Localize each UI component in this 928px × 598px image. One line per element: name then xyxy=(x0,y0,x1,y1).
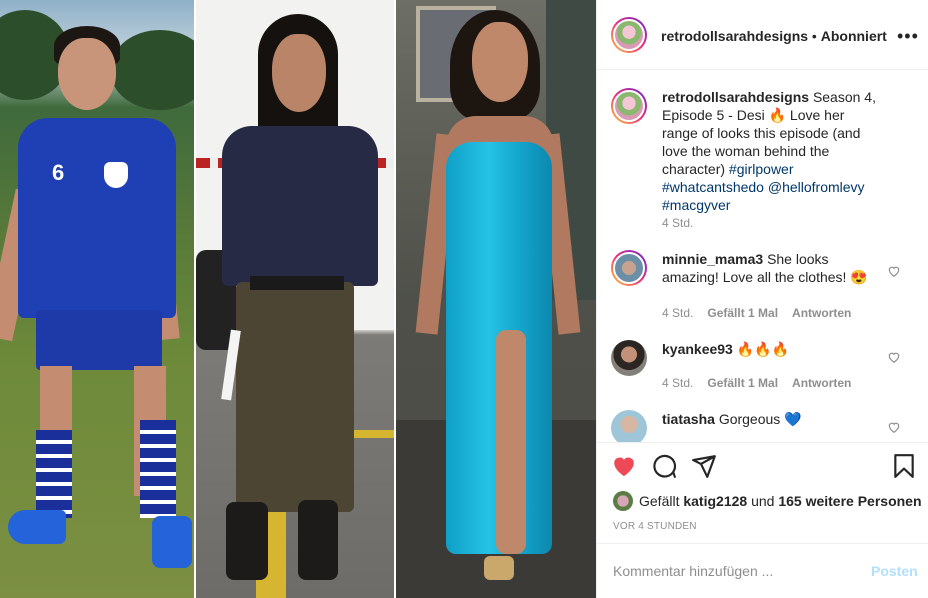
comment-item: minnie_mama3 She looks amazing! Love all… xyxy=(611,250,911,320)
add-comment-bar: Posten xyxy=(597,543,928,598)
comment-time: 4 Std. xyxy=(662,376,694,390)
likes-others-link[interactable]: 165 weitere Personen xyxy=(778,493,921,509)
liker-username[interactable]: katig2128 xyxy=(683,493,747,509)
post-header: retrodollsarahdesigns • Abonniert ••• xyxy=(597,0,928,70)
photo-soccer-outfit: 6 xyxy=(0,0,194,598)
comment-text: 🔥🔥🔥 xyxy=(736,341,790,357)
figure-head xyxy=(271,34,326,112)
commenter-avatar[interactable] xyxy=(611,340,647,376)
navy-shirt xyxy=(221,126,378,286)
likes-middle: und xyxy=(747,493,779,509)
commenter-avatar[interactable] xyxy=(611,410,647,442)
reply-button[interactable]: Antworten xyxy=(792,306,851,320)
post-sidebar: retrodollsarahdesigns • Abonniert ••• re… xyxy=(596,0,928,598)
striped-sock xyxy=(140,420,176,518)
belt xyxy=(249,276,344,290)
comment-item: tiatasha Gorgeous 💙 xyxy=(611,410,911,442)
soccer-cleat xyxy=(8,510,66,544)
post-actions: Gefällt katig2128 und 165 weitere Person… xyxy=(597,442,928,598)
background-tree xyxy=(110,30,194,110)
header-text: retrodollsarahdesigns • Abonniert xyxy=(661,28,887,44)
jersey-crest xyxy=(104,162,128,188)
figure-head xyxy=(58,38,116,110)
hashtag-link[interactable]: #macgyver xyxy=(662,197,730,213)
avatar-image xyxy=(613,90,645,122)
boot xyxy=(297,500,338,580)
comment-username[interactable]: tiatasha xyxy=(662,411,715,427)
comment-meta: 4 Std. Gefällt 1 Mal Antworten xyxy=(662,376,865,390)
post-comment-button[interactable]: Posten xyxy=(871,563,918,579)
comment-username[interactable]: minnie_mama3 xyxy=(662,251,763,267)
header-separator: • xyxy=(808,28,821,44)
caption-meta: 4 Std. xyxy=(662,216,707,230)
likes-summary: Gefällt katig2128 und 165 weitere Person… xyxy=(613,491,922,511)
comment-like-heart-icon[interactable] xyxy=(887,350,901,364)
liker-avatar[interactable] xyxy=(613,491,633,511)
comment-body: tiatasha Gorgeous 💙 xyxy=(662,410,884,428)
comment-item: kyankee93 🔥🔥🔥 4 Std. Gefällt 1 Mal Antwort… xyxy=(611,340,911,396)
likes-prefix: Gefällt xyxy=(639,493,680,509)
boot xyxy=(225,502,268,580)
reply-button[interactable]: Antworten xyxy=(792,376,851,390)
follow-status-button[interactable]: Abonniert xyxy=(821,28,887,44)
comments-list[interactable]: retrodollsarahdesigns Season 4, Episode … xyxy=(597,70,928,442)
comment-likes[interactable]: Gefällt 1 Mal xyxy=(707,306,778,320)
jersey-number: 6 xyxy=(52,160,65,185)
soccer-cleat xyxy=(152,516,192,568)
comment-meta: 4 Std. Gefällt 1 Mal Antworten xyxy=(662,306,865,320)
caption: retrodollsarahdesigns Season 4, Episode … xyxy=(611,88,911,238)
comment-time: 4 Std. xyxy=(662,306,694,320)
heart-filled-icon[interactable] xyxy=(611,453,637,479)
mention-link[interactable]: @hellofromlevy xyxy=(768,179,865,195)
avatar-image xyxy=(613,252,645,284)
caption-body: retrodollsarahdesigns Season 4, Episode … xyxy=(662,88,884,214)
blue-shorts xyxy=(36,310,162,370)
comment-like-heart-icon[interactable] xyxy=(887,420,901,434)
hashtag-link[interactable]: #whatcantshedo xyxy=(662,179,764,195)
comment-username[interactable]: kyankee93 xyxy=(662,341,733,357)
post-media[interactable]: 6 xyxy=(0,0,596,598)
hashtag-link[interactable]: #girlpower xyxy=(729,161,794,177)
cargo-pants xyxy=(235,282,354,512)
striped-sock xyxy=(36,430,72,518)
photo-cargo-outfit xyxy=(195,0,395,598)
sandal xyxy=(484,556,515,580)
comment-text: Gorgeous 💙 xyxy=(718,411,802,427)
comment-likes[interactable]: Gefällt 1 Mal xyxy=(707,376,778,390)
author-avatar[interactable] xyxy=(611,17,647,53)
bookmark-icon[interactable] xyxy=(891,453,917,479)
comment-body: kyankee93 🔥🔥🔥 xyxy=(662,340,884,358)
post-timestamp[interactable]: VOR 4 STUNDEN xyxy=(613,521,697,532)
comment-input[interactable] xyxy=(613,558,853,584)
comment-like-heart-icon[interactable] xyxy=(887,264,901,278)
caption-username[interactable]: retrodollsarahdesigns xyxy=(662,89,809,105)
caption-time: 4 Std. xyxy=(662,216,694,230)
figure-head xyxy=(472,22,529,102)
comment-body: minnie_mama3 She looks amazing! Love all… xyxy=(662,250,884,286)
photo-blue-gown xyxy=(396,0,596,598)
blue-jersey xyxy=(18,118,176,318)
author-username[interactable]: retrodollsarahdesigns xyxy=(661,28,808,44)
gown-slit xyxy=(496,330,527,554)
comment-icon[interactable] xyxy=(651,453,677,479)
commenter-avatar[interactable] xyxy=(611,250,647,286)
avatar-image xyxy=(613,19,645,51)
more-options-icon[interactable]: ••• xyxy=(897,26,919,47)
share-icon[interactable] xyxy=(691,453,717,479)
author-avatar[interactable] xyxy=(611,88,647,124)
